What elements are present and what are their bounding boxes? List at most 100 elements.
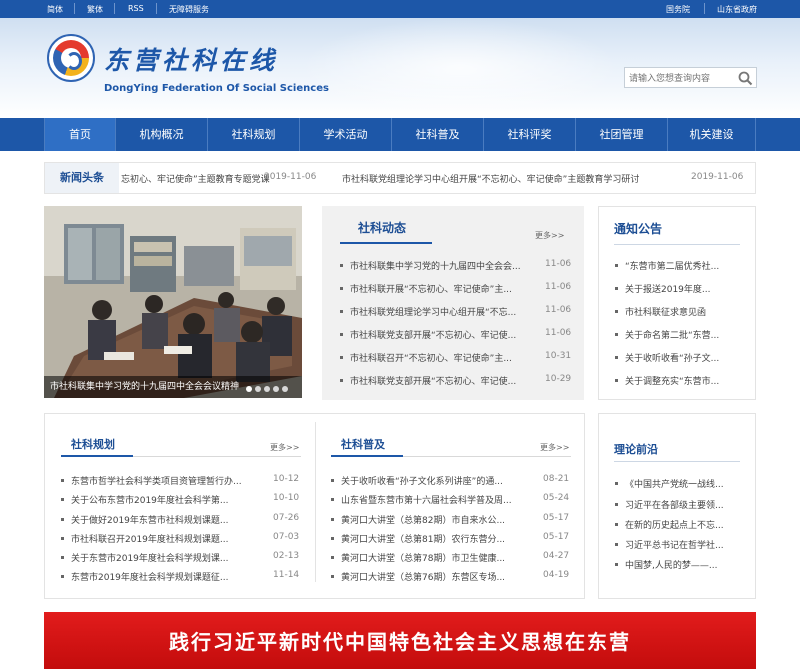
item-date: 05-24 <box>543 493 570 503</box>
nav-planning[interactable]: 社科规划 <box>207 118 299 151</box>
nav-about[interactable]: 机构概况 <box>115 118 207 151</box>
planning-popularization-panel: 社科规划 更多>> 东营市哲学社会科学类项目资管理暂行办... 10-12 关于… <box>44 413 585 599</box>
more-link[interactable]: 更多>> <box>540 442 569 453</box>
link-shandong-gov[interactable]: 山东省政府 <box>717 4 757 15</box>
panel-title: 理论前沿 <box>614 443 658 456</box>
item-date: 10-10 <box>273 493 300 503</box>
list-item[interactable]: 习近平在各部级主要领... <box>615 498 743 511</box>
list-item[interactable]: 关于命名第二批“东营... <box>615 328 743 341</box>
list-item[interactable]: 关于公布东营市2019年度社会科学第... <box>61 493 261 506</box>
theme-banner[interactable]: 践行习近平新时代中国特色社会主义思想在东营 <box>44 612 756 669</box>
link-rss[interactable]: RSS <box>128 4 144 13</box>
headline-ticker: 新闻头条 忘初心、牢记使命”主题教育专题党课 2019-11-06 市社科联党组… <box>44 162 756 194</box>
carousel-dot[interactable] <box>282 386 288 392</box>
list-item[interactable]: 在新的历史起点上不忘... <box>615 518 743 531</box>
item-date: 11-06 <box>545 328 572 338</box>
title-underline <box>614 461 740 462</box>
item-date: 10-29 <box>545 374 572 384</box>
title-underline <box>340 242 432 244</box>
list-item[interactable]: 黄河口大讲堂（总第81期）农行东营分... <box>331 532 531 545</box>
list-item[interactable]: 市社科联开展“不忘初心、牢记使命”主... <box>340 282 540 295</box>
list-item[interactable]: “东营市第二届优秀社... <box>615 259 743 272</box>
top-bar: 简体 繁体 RSS 无障碍服务 国务院 山东省政府 <box>0 0 800 18</box>
divider <box>156 3 157 14</box>
list-item[interactable]: 市社科联党支部开展“不忘初心、牢记使... <box>340 328 540 341</box>
more-link[interactable]: 更多>> <box>535 230 564 241</box>
nav-home[interactable]: 首页 <box>44 118 115 151</box>
carousel-dot[interactable] <box>246 386 252 392</box>
dynamics-panel: 社科动态 更多>> 市社科联集中学习党的十九届四中全会会... 11-06 市社… <box>322 206 584 400</box>
item-date: 05-17 <box>543 532 570 542</box>
photo-carousel[interactable]: 市社科联集中学习党的十九届四中全会会议精神 <box>44 206 302 398</box>
list-item[interactable]: 山东省暨东营市第十六届社会科学普及周... <box>331 493 531 506</box>
item-date: 04-27 <box>543 551 570 561</box>
link-simplified[interactable]: 简体 <box>47 4 63 15</box>
item-date: 10-31 <box>545 351 572 361</box>
divider <box>704 3 705 14</box>
title-underline-accent <box>331 455 403 457</box>
nav-societies[interactable]: 社团管理 <box>575 118 667 151</box>
list-item[interactable]: 《中国共产党统一战线... <box>615 477 743 490</box>
item-date: 11-14 <box>273 570 300 580</box>
list-item[interactable]: 黄河口大讲堂（总第82期）市自来水公... <box>331 513 531 526</box>
link-state-council[interactable]: 国务院 <box>666 4 690 15</box>
list-item[interactable]: 关于东营市2019年度社会科学规划课... <box>61 551 261 564</box>
search-box <box>624 67 757 88</box>
meeting-photo <box>44 206 302 398</box>
panel-title: 社科普及 <box>341 438 385 451</box>
title-underline-accent <box>61 455 133 457</box>
list-item[interactable]: 市社科联征求意见函 <box>615 305 743 318</box>
main-nav: 首页 机构概况 社科规划 学术活动 社科普及 社科评奖 社团管理 机关建设 <box>0 118 800 151</box>
carousel-dot[interactable] <box>255 386 261 392</box>
list-item[interactable]: 市社科联集中学习党的十九届四中全会会... <box>340 259 540 272</box>
item-date: 07-26 <box>273 513 300 523</box>
list-item[interactable]: 关于报送2019年度... <box>615 282 743 295</box>
site-subtitle: DongYing Federation Of Social Sciences <box>104 83 329 94</box>
list-item[interactable]: 东营市2019年度社会科学规划课题征... <box>61 570 261 583</box>
carousel-dot[interactable] <box>264 386 270 392</box>
nav-awards[interactable]: 社科评奖 <box>483 118 575 151</box>
list-item[interactable]: 市社科联党支部开展“不忘初心、牢记使... <box>340 374 540 387</box>
nav-office[interactable]: 机关建设 <box>667 118 756 151</box>
federation-emblem-icon[interactable] <box>47 34 95 82</box>
more-link[interactable]: 更多>> <box>270 442 299 453</box>
search-input[interactable] <box>629 71 733 85</box>
search-icon[interactable] <box>738 71 753 86</box>
headline-date: 2019-11-06 <box>691 172 744 182</box>
header-background <box>300 18 620 118</box>
list-item[interactable]: 关于收听收看“孙子文化系列讲座”的通... <box>331 474 531 487</box>
headline-date: 2019-11-06 <box>264 172 317 182</box>
panel-title: 通知公告 <box>614 222 663 236</box>
list-item[interactable]: 黄河口大讲堂（总第76期）东营区专场... <box>331 570 531 583</box>
theory-panel: 理论前沿 《中国共产党统一战线... 习近平在各部级主要领... 在新的历史起点… <box>598 413 756 599</box>
list-item[interactable]: 市社科联召开“不忘初心、牢记使命”主... <box>340 351 540 364</box>
link-traditional[interactable]: 繁体 <box>87 4 103 15</box>
link-accessibility[interactable]: 无障碍服务 <box>169 4 209 15</box>
title-underline <box>614 244 740 245</box>
list-item[interactable]: 市社科联召开2019年度社科规划课题... <box>61 532 261 545</box>
carousel-dot[interactable] <box>273 386 279 392</box>
item-date: 08-21 <box>543 474 570 484</box>
headline-item[interactable]: 市社科联党组理论学习中心组开展“不忘初心、牢记使命”主题教育学习研讨 <box>342 172 672 185</box>
list-item[interactable]: 关于调整充实“东营市... <box>615 374 743 387</box>
list-item[interactable]: 黄河口大讲堂（总第78期）市卫生健康... <box>331 551 531 564</box>
list-item[interactable]: 东营市哲学社会科学类项目资管理暂行办... <box>61 474 261 487</box>
item-date: 11-06 <box>545 259 572 269</box>
nav-academic[interactable]: 学术活动 <box>299 118 391 151</box>
nav-popularization[interactable]: 社科普及 <box>391 118 483 151</box>
item-date: 07-03 <box>273 532 300 542</box>
divider <box>74 3 75 14</box>
headline-item[interactable]: 忘初心、牢记使命”主题教育专题党课 <box>121 172 270 185</box>
item-date: 02-13 <box>273 551 300 561</box>
list-item[interactable]: 中国梦,人民的梦——... <box>615 558 743 571</box>
notice-panel: 通知公告 “东营市第二届优秀社... 关于报送2019年度... 市社科联征求意… <box>598 206 756 400</box>
site-title[interactable]: 东营社科在线 <box>104 41 278 77</box>
headline-label: 新闻头条 <box>45 163 119 193</box>
divider <box>114 3 115 14</box>
list-item[interactable]: 习近平总书记在哲学社... <box>615 538 743 551</box>
panel-title: 社科动态 <box>358 221 407 235</box>
list-item[interactable]: 关于收听收看“孙子文... <box>615 351 743 364</box>
list-item[interactable]: 关于做好2019年东营市社科规划课题... <box>61 513 261 526</box>
item-date: 11-06 <box>545 305 572 315</box>
list-item[interactable]: 市社科联党组理论学习中心组开展“不忘... <box>340 305 540 318</box>
